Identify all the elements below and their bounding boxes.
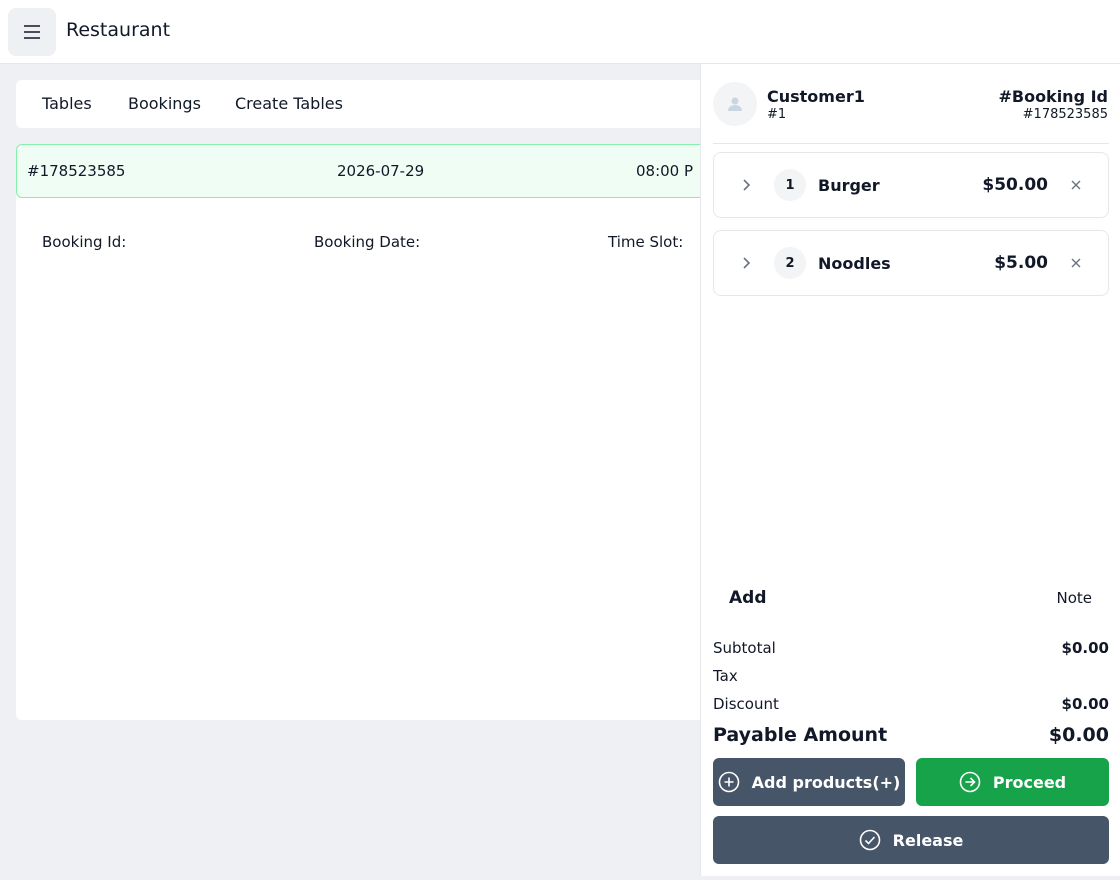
payable-value: $0.00 (1048, 724, 1109, 746)
user-icon (728, 97, 742, 111)
add-label[interactable]: Add (729, 588, 767, 608)
check-circle-icon (859, 829, 880, 851)
menu-icon (24, 25, 40, 39)
arrow-right-circle-icon (959, 771, 981, 793)
item-quantity: 1 (774, 169, 806, 201)
payable-row: Payable Amount $0.00 (713, 724, 1109, 750)
release-button[interactable]: Release (713, 816, 1109, 864)
column-header-time-slot: Time Slot: (608, 233, 684, 251)
order-item: 2 Noodles $5.00 (713, 230, 1109, 296)
booking-date-cell: 2026-07-29 (337, 162, 425, 180)
release-label: Release (892, 830, 964, 850)
column-header-booking-date: Booking Date: (314, 233, 421, 251)
tab-tables[interactable]: Tables (42, 94, 92, 113)
booking-id-cell: #178523585 (27, 162, 126, 180)
subtotal-row: Subtotal $0.00 (713, 639, 1109, 661)
tab-create-tables[interactable]: Create Tables (235, 94, 343, 113)
tab-bar: Tables Bookings Create Tables (16, 80, 716, 128)
item-name: Burger (818, 176, 880, 195)
customer-name: Customer1 (767, 87, 865, 106)
item-price: $50.00 (982, 175, 1048, 195)
item-price: $5.00 (994, 253, 1048, 273)
discount-label: Discount (713, 695, 779, 713)
add-products-label: Add products(+) (751, 772, 901, 792)
order-item: 1 Burger $50.00 (713, 152, 1109, 218)
discount-value: $0.00 (1061, 695, 1109, 713)
discount-row: Discount $0.00 (713, 695, 1109, 717)
bookings-card: Booking Id: Booking Date: Time Slot: (16, 144, 716, 720)
booking-id-value: #178523585 (1022, 107, 1108, 122)
close-icon[interactable] (1070, 179, 1082, 191)
app-title: Restaurant (66, 19, 171, 41)
booking-id-label: #Booking Id (998, 87, 1108, 106)
customer-number: #1 (767, 107, 787, 122)
column-header-booking-id: Booking Id: (42, 233, 127, 251)
chevron-right-icon[interactable] (738, 255, 754, 271)
chevron-right-icon[interactable] (738, 177, 754, 193)
plus-circle-icon (718, 771, 739, 793)
avatar (713, 82, 757, 126)
time-slot-cell: 08:00 P (636, 162, 694, 180)
item-quantity: 2 (774, 247, 806, 279)
item-name: Noodles (818, 254, 891, 273)
subtotal-label: Subtotal (713, 639, 776, 657)
top-bar: Restaurant (0, 0, 1120, 64)
proceed-button[interactable]: Proceed (916, 758, 1109, 806)
payable-label: Payable Amount (713, 724, 888, 746)
close-icon[interactable] (1070, 257, 1082, 269)
menu-button[interactable] (8, 8, 56, 56)
tax-row: Tax (713, 667, 1109, 689)
divider (713, 143, 1109, 144)
table-row[interactable]: #178523585 2026-07-29 08:00 P (16, 144, 716, 198)
tab-bookings[interactable]: Bookings (128, 94, 201, 113)
order-panel: Customer1 #1 #Booking Id #178523585 1 Bu… (700, 64, 1120, 876)
subtotal-value: $0.00 (1061, 639, 1109, 657)
proceed-label: Proceed (992, 772, 1067, 792)
add-products-button[interactable]: Add products(+) (713, 758, 905, 806)
tax-label: Tax (713, 667, 738, 685)
note-button[interactable]: Note (1056, 589, 1092, 607)
